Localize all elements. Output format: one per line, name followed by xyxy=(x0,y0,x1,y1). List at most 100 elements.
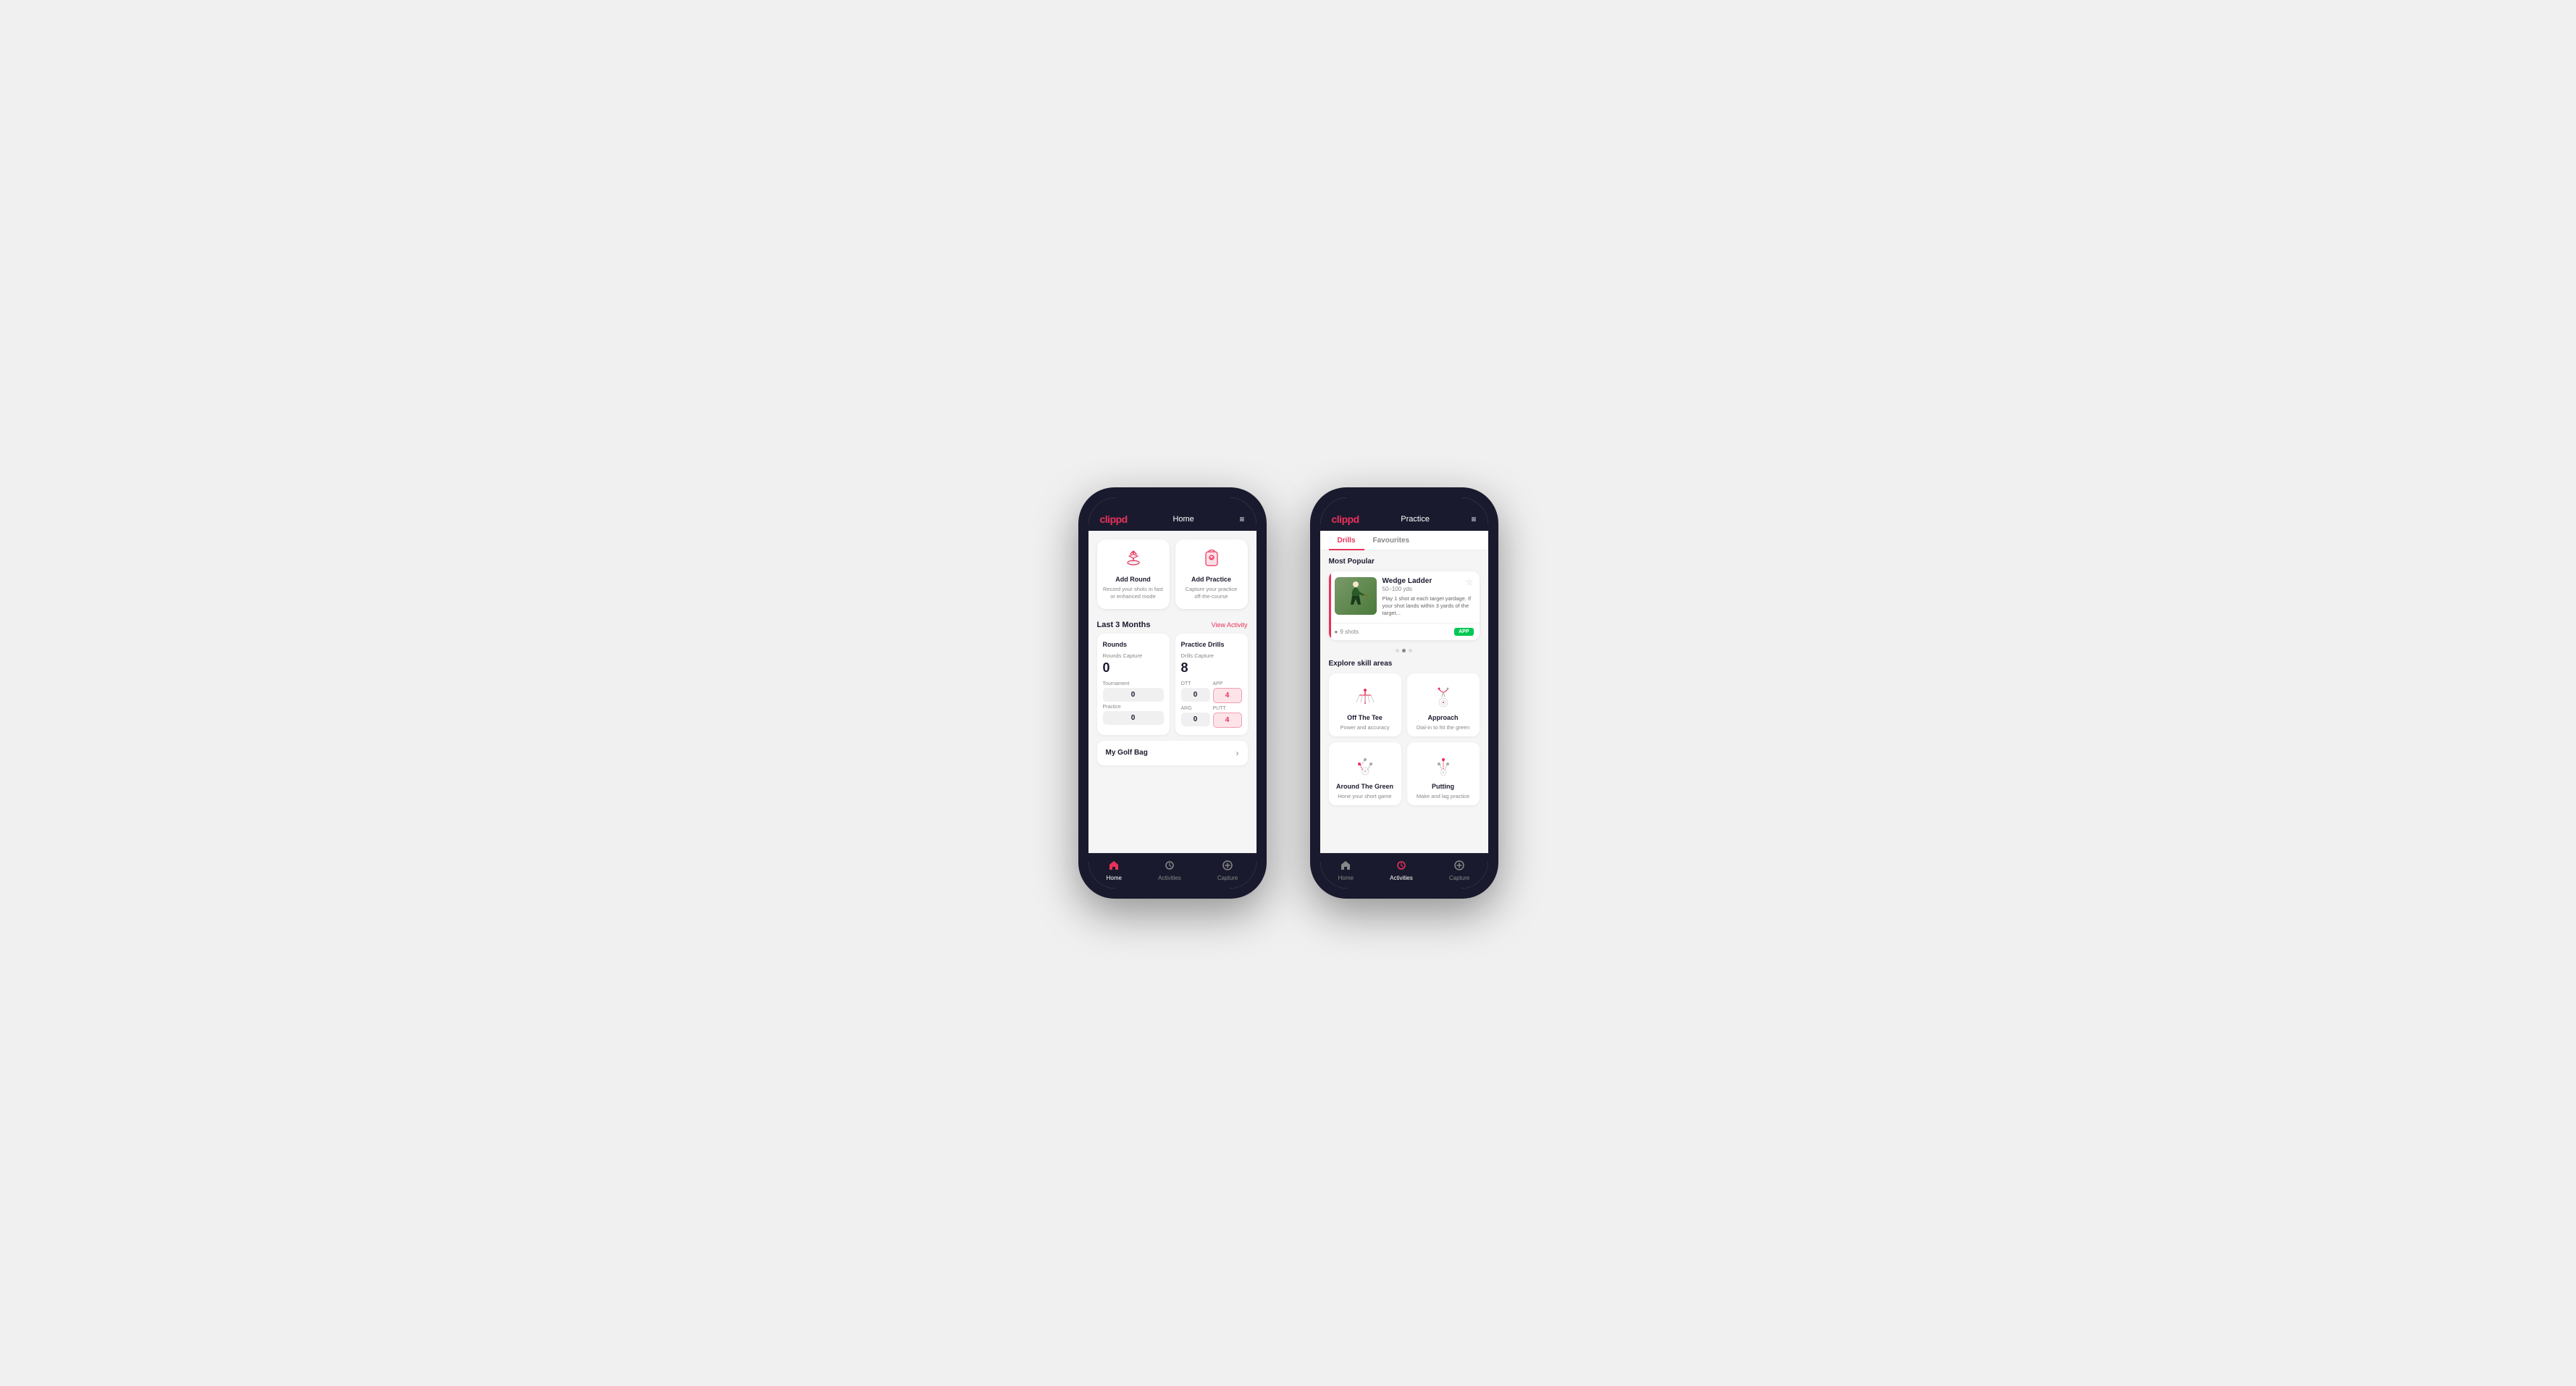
nav-activities[interactable]: Activities xyxy=(1158,860,1181,881)
drill-info: Wedge Ladder 50–100 yds Play 1 shot at e… xyxy=(1383,577,1474,617)
explore-label: Explore skill areas xyxy=(1329,660,1480,668)
shots-icon: ● xyxy=(1335,629,1338,635)
golf-bag-row[interactable]: My Golf Bag › xyxy=(1097,741,1248,765)
explore-section: Explore skill areas xyxy=(1320,655,1488,812)
status-bar xyxy=(1088,497,1256,508)
practice-label: Practice xyxy=(1103,705,1164,710)
skill-putting[interactable]: Putting Make and lag practice xyxy=(1407,742,1480,805)
capture-nav-label: Capture xyxy=(1217,875,1238,881)
off-the-tee-name: Off The Tee xyxy=(1347,714,1383,721)
tournament-label: Tournament xyxy=(1103,681,1164,686)
stats-container: Rounds Rounds Capture 0 Tournament 0 Pra… xyxy=(1088,634,1256,741)
nav-home-2[interactable]: Home xyxy=(1338,860,1354,881)
drills-row1: OTT 0 APP 4 xyxy=(1181,681,1242,703)
app-cell: APP 4 xyxy=(1213,681,1242,703)
rounds-capture-value: 0 xyxy=(1103,660,1164,676)
add-round-card[interactable]: Add Round Record your shots in fast or e… xyxy=(1097,539,1170,609)
arg-cell: ARG 0 xyxy=(1181,706,1210,728)
activities-nav-label: Activities xyxy=(1158,875,1181,881)
menu-icon[interactable]: ≡ xyxy=(1239,514,1244,524)
app-label: APP xyxy=(1213,681,1242,686)
off-the-tee-desc: Power and accuracy xyxy=(1341,724,1390,731)
add-practice-card[interactable]: Add Practice Capture your practice off-t… xyxy=(1175,539,1248,609)
drill-footer: ● 9 shots APP xyxy=(1329,623,1480,640)
drill-shots: ● 9 shots xyxy=(1335,629,1359,635)
off-the-tee-icon xyxy=(1351,682,1380,711)
putt-cell: PUTT 4 xyxy=(1213,706,1242,728)
skill-around-the-green[interactable]: Around The Green Hone your short game xyxy=(1329,742,1401,805)
around-the-green-icon xyxy=(1351,751,1380,780)
tournament-cell: Tournament 0 xyxy=(1103,681,1164,702)
practice-row: Practice 0 xyxy=(1103,705,1164,725)
dot-1 xyxy=(1396,649,1399,652)
action-cards-container: Add Round Record your shots in fast or e… xyxy=(1088,531,1256,615)
practice-content: Most Popular xyxy=(1320,550,1488,853)
practice-drills-card: Practice Drills Drills Capture 8 OTT 0 A… xyxy=(1175,634,1248,735)
rounds-stats-row: Tournament 0 xyxy=(1103,681,1164,702)
nav-activities-2[interactable]: Activities xyxy=(1390,860,1413,881)
putt-label: PUTT xyxy=(1213,706,1242,711)
putt-value: 4 xyxy=(1213,713,1242,728)
nav-capture-2[interactable]: Capture xyxy=(1449,860,1469,881)
bottom-nav: Home Activities Capture xyxy=(1088,853,1256,889)
rounds-capture-label: Rounds Capture xyxy=(1103,652,1164,659)
add-practice-desc: Capture your practice off-the-course xyxy=(1181,586,1242,600)
drill-badge: APP xyxy=(1454,628,1473,636)
most-popular-section: Most Popular xyxy=(1320,550,1488,644)
practice-drills-title: Practice Drills xyxy=(1181,641,1242,648)
skill-off-the-tee[interactable]: Off The Tee Power and accuracy xyxy=(1329,673,1401,736)
add-round-desc: Record your shots in fast or enhanced mo… xyxy=(1103,586,1164,600)
approach-desc: Dial-in to hit the green xyxy=(1417,724,1469,731)
app-logo: clippd xyxy=(1100,513,1128,525)
capture-nav-icon xyxy=(1222,860,1233,873)
putting-desc: Make and lag practice xyxy=(1417,793,1469,799)
nav-capture[interactable]: Capture xyxy=(1217,860,1238,881)
view-activity-link[interactable]: View Activity xyxy=(1212,621,1248,629)
add-round-icon xyxy=(1123,548,1144,573)
header-title-2: Practice xyxy=(1401,515,1430,524)
dot-2 xyxy=(1402,649,1406,652)
rounds-title: Rounds xyxy=(1103,641,1164,648)
arg-value: 0 xyxy=(1181,713,1210,726)
activity-section-header: Last 3 Months View Activity xyxy=(1088,615,1256,634)
capture-nav-label-2: Capture xyxy=(1449,875,1469,881)
tab-drills[interactable]: Drills xyxy=(1329,531,1364,550)
most-popular-label: Most Popular xyxy=(1329,558,1480,566)
menu-icon-2[interactable]: ≡ xyxy=(1471,514,1476,524)
nav-home[interactable]: Home xyxy=(1107,860,1122,881)
app-header: clippd Home ≡ xyxy=(1088,508,1256,531)
rounds-card: Rounds Rounds Capture 0 Tournament 0 Pra… xyxy=(1097,634,1170,735)
bottom-nav-2: Home Activities Capture xyxy=(1320,853,1488,889)
drill-subtitle: 50–100 yds xyxy=(1383,586,1474,592)
add-practice-title: Add Practice xyxy=(1191,576,1231,583)
activities-nav-icon xyxy=(1164,860,1175,873)
golf-bag-label: My Golf Bag xyxy=(1106,749,1148,757)
drill-thumb-img xyxy=(1335,577,1377,615)
drills-capture-value: 8 xyxy=(1181,660,1242,676)
drills-row2: ARG 0 PUTT 4 xyxy=(1181,706,1242,728)
home-content: Add Round Record your shots in fast or e… xyxy=(1088,531,1256,853)
skill-approach[interactable]: Approach Dial-in to hit the green xyxy=(1407,673,1480,736)
home-nav-label: Home xyxy=(1107,875,1122,881)
approach-icon xyxy=(1429,682,1458,711)
practice-value: 0 xyxy=(1103,711,1164,725)
tab-favourites[interactable]: Favourites xyxy=(1364,531,1419,550)
ott-value: 0 xyxy=(1181,688,1210,702)
drill-card-accent xyxy=(1329,571,1331,640)
drill-thumbnail xyxy=(1335,577,1377,615)
skill-grid: Off The Tee Power and accuracy xyxy=(1329,673,1480,805)
drills-capture-label: Drills Capture xyxy=(1181,652,1242,659)
activities-nav-label-2: Activities xyxy=(1390,875,1413,881)
ott-cell: OTT 0 xyxy=(1181,681,1210,703)
drill-favourite-star[interactable]: ☆ xyxy=(1466,577,1474,587)
chevron-right-icon: › xyxy=(1236,748,1239,758)
shots-label: 9 shots xyxy=(1340,629,1359,635)
add-practice-icon xyxy=(1201,548,1222,573)
around-the-green-name: Around The Green xyxy=(1336,783,1393,790)
dot-3 xyxy=(1409,649,1412,652)
phone-practice: clippd Practice ≡ Drills Favourites Most… xyxy=(1310,487,1498,899)
wedge-ladder-card[interactable]: Wedge Ladder 50–100 yds Play 1 shot at e… xyxy=(1329,571,1480,640)
app-value: 4 xyxy=(1213,688,1242,703)
arg-label: ARG xyxy=(1181,706,1210,711)
drill-card-inner: Wedge Ladder 50–100 yds Play 1 shot at e… xyxy=(1329,571,1480,623)
